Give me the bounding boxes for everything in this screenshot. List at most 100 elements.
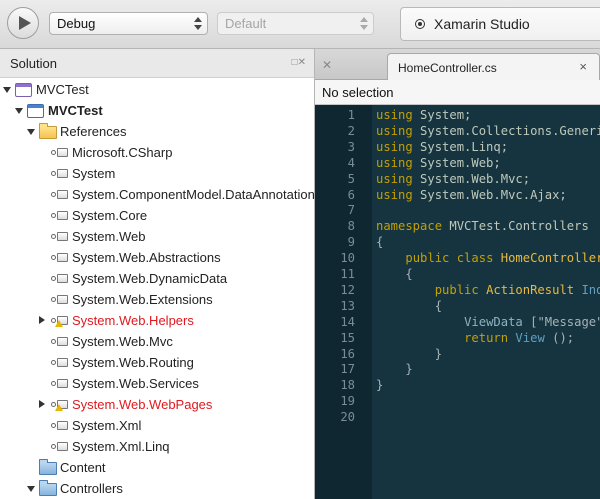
warning-reference-icon bbox=[51, 316, 68, 327]
code-line: using System.Web.Mvc.Ajax; bbox=[376, 187, 567, 203]
tree-item[interactable]: System bbox=[0, 163, 314, 184]
reference-icon bbox=[51, 379, 68, 388]
code-token: ["Message"] bbox=[530, 314, 600, 329]
line-number: 20 bbox=[340, 410, 355, 425]
code-token: } bbox=[376, 346, 443, 361]
code-token: Index bbox=[581, 282, 600, 297]
line-number: 4 bbox=[347, 155, 355, 170]
tree-item[interactable]: System.Xml bbox=[0, 415, 314, 436]
code-token: System.Web.Mvc; bbox=[412, 171, 531, 186]
tree-item-label: Microsoft.CSharp bbox=[72, 145, 173, 160]
tree-item[interactable]: References bbox=[0, 121, 314, 142]
tree-item-label: References bbox=[60, 124, 127, 139]
target-selector[interactable]: Default bbox=[217, 12, 374, 35]
code-token: using bbox=[376, 171, 413, 186]
line-number: 11 bbox=[340, 267, 355, 281]
close-icon[interactable]: × bbox=[579, 59, 587, 74]
warning-icon bbox=[55, 320, 63, 327]
configuration-value: Debug bbox=[57, 16, 96, 31]
tree-item[interactable]: System.Core bbox=[0, 205, 314, 226]
code-token: ViewData bbox=[464, 314, 523, 329]
tree-item[interactable]: System.Web.Abstractions bbox=[0, 247, 314, 268]
tree-item-label: MVCTest bbox=[36, 82, 89, 97]
tree-item-label: MVCTest bbox=[48, 103, 103, 118]
code-line: using System.Linq; bbox=[376, 139, 508, 155]
code-token: System.Linq; bbox=[412, 139, 509, 154]
tree-item-label: System.Web.Helpers bbox=[72, 313, 194, 328]
tree-item[interactable]: System.Xml.Linq bbox=[0, 436, 314, 457]
main-toolbar: Debug Default Xamarin Studio bbox=[0, 0, 600, 49]
code-line: } bbox=[376, 346, 442, 362]
tree-item[interactable]: System.Web bbox=[0, 226, 314, 247]
tree-item-label: System.Core bbox=[72, 208, 148, 223]
code-token: return bbox=[464, 330, 509, 345]
disclosure-expanded-icon[interactable] bbox=[3, 87, 11, 93]
editor-path-bar: No selection bbox=[315, 80, 600, 105]
code-token: using bbox=[376, 155, 413, 170]
line-number-gutter: 1 2 3 4 5 6 7 8 9 10 11 12 13 14 15 16 17 18 19 20 bbox=[315, 105, 372, 499]
tree-item-label: System.Xml bbox=[72, 418, 142, 433]
code-token: public class bbox=[405, 251, 494, 266]
line-number: 19 bbox=[340, 394, 355, 409]
code-token: } bbox=[376, 362, 413, 377]
reference-icon bbox=[51, 232, 68, 241]
code-line: } bbox=[376, 361, 413, 377]
disclosure-collapsed-icon[interactable] bbox=[39, 316, 45, 324]
code-line: using System; bbox=[376, 107, 471, 123]
disclosure-expanded-icon[interactable] bbox=[15, 108, 23, 114]
tree-item[interactable]: System.Web.WebPages bbox=[0, 394, 314, 415]
line-number: 2 bbox=[347, 123, 355, 138]
run-button[interactable] bbox=[7, 7, 39, 39]
reference-icon bbox=[51, 211, 68, 220]
tree-item[interactable]: System.ComponentModel.DataAnnotations bbox=[0, 184, 314, 205]
tree-item[interactable]: System.Web.Extensions bbox=[0, 289, 314, 310]
tree-item[interactable]: MVCTest bbox=[0, 79, 314, 100]
tree-item[interactable]: System.Web.Helpers bbox=[0, 310, 314, 331]
project-icon bbox=[27, 104, 44, 118]
tree-item[interactable]: System.Web.Services bbox=[0, 373, 314, 394]
tree-item-label: System.Web.WebPages bbox=[72, 397, 213, 412]
code-token: View bbox=[508, 330, 545, 345]
target-value: Default bbox=[225, 16, 267, 31]
disclosure-expanded-icon[interactable] bbox=[27, 129, 35, 135]
code-token: { bbox=[376, 267, 413, 281]
reference-icon bbox=[51, 274, 68, 283]
code-token: using bbox=[376, 123, 413, 138]
code-token: public bbox=[434, 282, 479, 297]
code-token: MVCTest.Controllers bbox=[442, 219, 589, 234]
tree-item[interactable]: System.Web.DynamicData bbox=[0, 268, 314, 289]
line-number: 3 bbox=[347, 139, 355, 154]
tab-homecontroller[interactable]: HomeController.cs × bbox=[387, 53, 600, 80]
status-text: Xamarin Studio bbox=[434, 16, 530, 32]
tree-item-label: System.Web.Routing bbox=[72, 355, 194, 370]
tree-item[interactable]: Controllers bbox=[0, 478, 314, 499]
code-editor: ✕ HomeController.cs × No selection 12345… bbox=[315, 49, 600, 499]
code-token: using bbox=[376, 108, 413, 122]
code-text-area[interactable]: using System; using System.Collections.Ge… bbox=[372, 105, 600, 499]
pad-window-controls[interactable]: □✕ bbox=[292, 57, 306, 68]
line-number: 10 bbox=[340, 251, 355, 266]
tree-item-label: System.Web.Abstractions bbox=[72, 250, 221, 265]
disclosure-collapsed-icon[interactable] bbox=[39, 400, 45, 408]
tab-bar-close-icon[interactable]: ✕ bbox=[322, 58, 332, 72]
tree-item[interactable]: MVCTest bbox=[0, 100, 314, 121]
editor-tab-bar: ✕ HomeController.cs × bbox=[315, 49, 600, 80]
tree-item[interactable]: Content bbox=[0, 457, 314, 478]
code-token: System.Collections.Generic; bbox=[412, 123, 600, 138]
tab-label: HomeController.cs bbox=[398, 61, 497, 75]
code-token: using bbox=[376, 139, 413, 154]
warning-icon bbox=[55, 404, 63, 411]
disclosure-expanded-icon[interactable] bbox=[27, 486, 35, 492]
line-number: 8 bbox=[347, 219, 355, 234]
line-number: 13 bbox=[340, 298, 355, 313]
line-number: 12 bbox=[340, 282, 355, 297]
tree-item[interactable]: System.Web.Routing bbox=[0, 352, 314, 373]
tree-item[interactable]: Microsoft.CSharp bbox=[0, 142, 314, 163]
tree-item[interactable]: System.Web.Mvc bbox=[0, 331, 314, 352]
reference-icon bbox=[51, 358, 68, 367]
configuration-selector[interactable]: Debug bbox=[49, 12, 208, 35]
reference-icon bbox=[51, 337, 68, 346]
